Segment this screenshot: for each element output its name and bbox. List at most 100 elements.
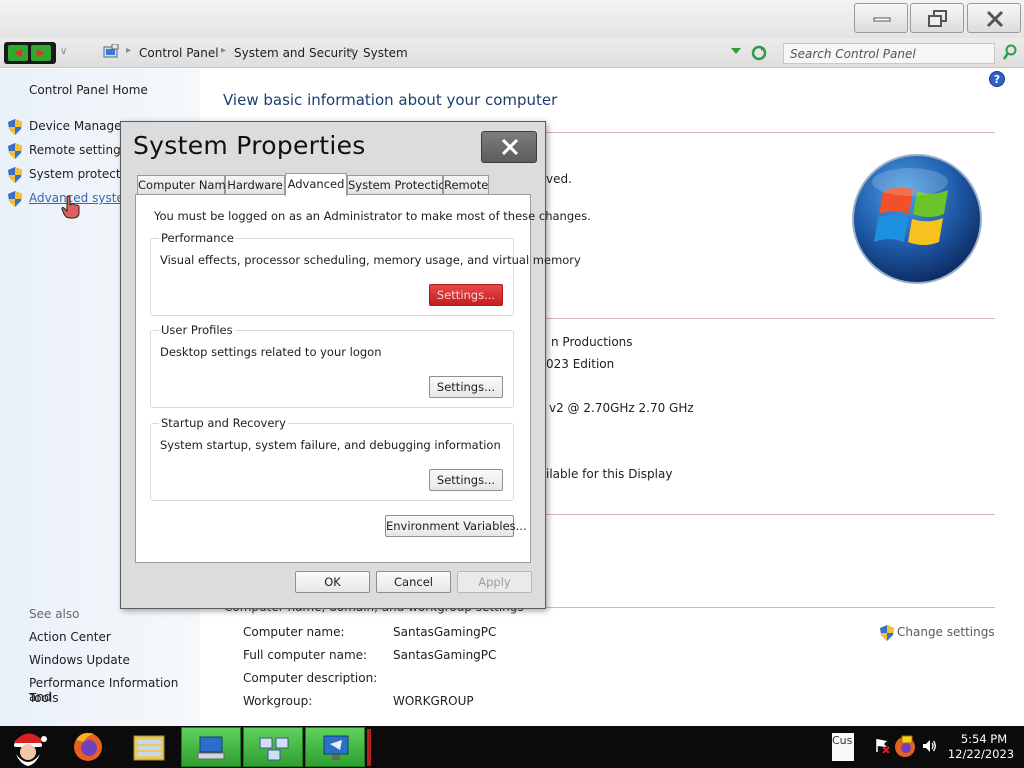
chevron-down-icon: ∨ (60, 46, 68, 57)
address-dropdown-button[interactable] (731, 48, 741, 54)
back-arrow-icon: ◀ (13, 46, 23, 59)
tab-remote[interactable]: Remote (443, 175, 489, 195)
section-divider (546, 607, 995, 608)
section-divider (546, 514, 995, 515)
control-panel-icon (103, 44, 119, 58)
firefox-taskbar-icon[interactable] (68, 726, 108, 768)
monitor-icon (323, 735, 349, 760)
manufacturer-value: n Productions (551, 335, 633, 349)
search-input[interactable]: Search Control Panel (783, 43, 995, 64)
folder-icon (133, 735, 165, 761)
sidebar-item-label: Device Manager (29, 119, 120, 133)
shield-icon (8, 167, 22, 183)
forward-button[interactable]: ▶ (31, 45, 51, 61)
tab-advanced[interactable]: Advanced (285, 173, 347, 196)
breadcrumb-control-panel[interactable]: Control Panel (139, 46, 219, 60)
windows-update-link[interactable]: Windows Update (29, 653, 130, 667)
full-computer-name-value: SantasGamingPC (393, 648, 497, 662)
startup-recovery-group-title: Startup and Recovery (159, 416, 288, 430)
sidebar-item-label: Remote settings (29, 143, 120, 157)
advanced-tab-panel: You must be logged on as an Administrato… (135, 194, 591, 563)
dialog-title: System Properties (133, 131, 366, 160)
cancel-button[interactable]: Cancel (376, 571, 451, 593)
breadcrumb-system-security[interactable]: System and Security (234, 46, 358, 60)
performance-settings-button[interactable]: Settings... (429, 284, 503, 306)
user-profiles-settings-button[interactable]: Settings... (429, 376, 503, 398)
start-button[interactable] (2, 726, 54, 768)
refresh-icon[interactable] (751, 45, 767, 61)
nav-buttons: ◀ ▶ (4, 42, 56, 64)
restore-icon (928, 10, 947, 27)
sidebar-item-system-protection[interactable]: System protection (8, 166, 120, 184)
close-icon (501, 138, 519, 156)
action-center-flag-icon[interactable] (874, 737, 890, 753)
performance-group-desc: Visual effects, processor scheduling, me… (160, 253, 581, 267)
performance-info-link-line2[interactable]: Tools (29, 691, 59, 705)
startup-recovery-group: Startup and Recovery System startup, sys… (150, 416, 514, 501)
shield-icon (8, 143, 22, 159)
startup-recovery-group-desc: System startup, system failure, and debu… (160, 438, 501, 452)
sidebar-item-label: System protection (29, 167, 120, 181)
edition-value: 023 Edition (546, 357, 615, 371)
page-title: View basic information about your comput… (223, 91, 558, 109)
volume-icon[interactable] (921, 738, 937, 754)
tab-system-protection[interactable]: System Protection (347, 175, 453, 195)
environment-variables-button[interactable]: Environment Variables... (385, 515, 527, 537)
sidebar-item-remote-settings[interactable]: Remote settings (8, 142, 120, 160)
network-taskbar-button[interactable] (243, 727, 303, 767)
tray-custom-item[interactable]: Cus (832, 733, 854, 761)
performance-group-title: Performance (159, 231, 236, 245)
breadcrumb-separator: ▸ (350, 45, 356, 56)
close-window-button[interactable] (967, 3, 1021, 33)
computer-name-value: SantasGamingPC (393, 625, 497, 639)
file-explorer-taskbar-icon[interactable] (128, 726, 170, 768)
computer-name-label: Computer name: (243, 625, 345, 639)
system-taskbar-button[interactable] (305, 727, 365, 767)
copyright-text: ved. (546, 172, 572, 186)
startup-recovery-settings-button[interactable]: Settings... (429, 469, 503, 491)
workgroup-label: Workgroup: (243, 694, 313, 708)
clock-time[interactable]: 5:54 PM (952, 732, 1016, 746)
back-button[interactable]: ◀ (8, 45, 28, 61)
control-panel-home-link[interactable]: Control Panel Home (29, 83, 148, 97)
processor-value: v2 @ 2.70GHz 2.70 GHz (549, 401, 694, 415)
forward-arrow-icon: ▶ (36, 46, 46, 59)
santa-start-icon (14, 733, 47, 766)
windows-logo (852, 154, 982, 284)
sidebar-item-device-manager[interactable]: Device Manager (8, 118, 120, 136)
action-center-link[interactable]: Action Center (29, 630, 111, 644)
shield-icon (880, 625, 894, 641)
shield-icon (8, 119, 22, 135)
help-icon[interactable]: ? (989, 71, 1005, 87)
clock-date[interactable]: 12/22/2023 (946, 747, 1016, 761)
taskbar-separator (367, 729, 371, 766)
dialog-close-button[interactable] (481, 131, 537, 163)
apply-button[interactable]: Apply (457, 571, 532, 593)
svg-text:?: ? (994, 73, 1000, 86)
recent-pages-dropdown[interactable]: ∨ (60, 46, 67, 57)
firefox-tray-icon[interactable] (892, 733, 918, 759)
breadcrumb-system[interactable]: System (363, 46, 408, 60)
breadcrumb-separator: ▸ (221, 45, 227, 56)
minimize-icon (873, 17, 891, 22)
shield-icon (8, 191, 22, 207)
tab-computer-name[interactable]: Computer Name (137, 175, 233, 195)
hand-cursor-icon (61, 195, 80, 219)
system-properties-dialog: System Properties Computer Name Hardware… (120, 121, 591, 609)
performance-group: Performance Visual effects, processor sc… (150, 231, 581, 316)
user-profiles-group: User Profiles Desktop settings related t… (150, 323, 514, 408)
control-panel-taskbar-button[interactable] (181, 727, 241, 767)
user-profiles-group-desc: Desktop settings related to your logon (160, 345, 382, 359)
tab-hardware[interactable]: Hardware (225, 175, 285, 195)
search-icon[interactable] (1002, 44, 1018, 62)
restore-button[interactable] (910, 3, 964, 33)
taskbar (0, 726, 1024, 768)
close-icon (986, 10, 1004, 28)
change-settings-label: Change settings (897, 625, 995, 639)
full-computer-name-label: Full computer name: (243, 648, 368, 662)
workgroup-value: WORKGROUP (393, 694, 474, 708)
minimize-button[interactable] (854, 3, 908, 33)
computer-icon (197, 736, 225, 760)
ok-button[interactable]: OK (295, 571, 370, 593)
firefox-icon (74, 732, 102, 761)
